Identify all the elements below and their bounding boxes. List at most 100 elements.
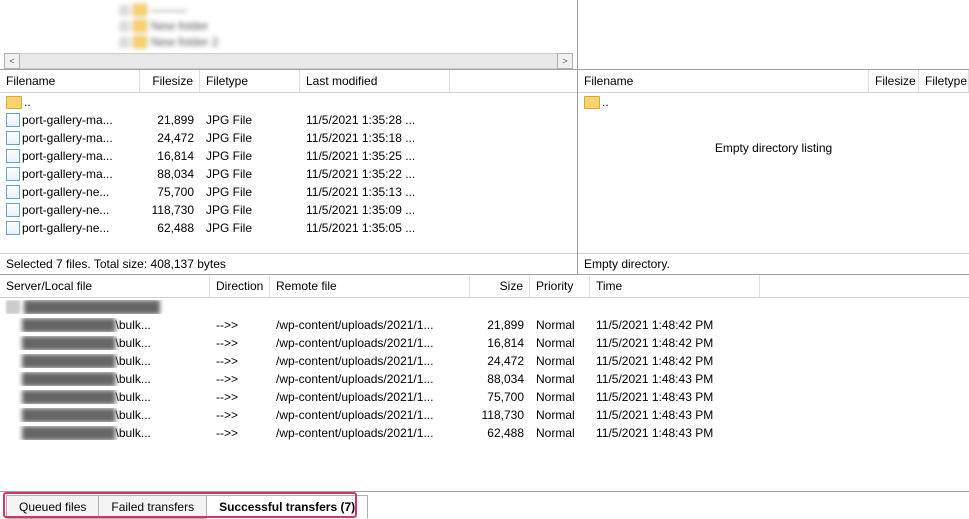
col-filesize[interactable]: Filesize [869,70,919,92]
queue-body[interactable]: ████████████████ ███████████\bulk...-->>… [0,298,969,491]
file-name: port-gallery-ma... [22,167,113,181]
remote-tree-panel[interactable] [578,0,969,69]
folder-icon [133,4,147,16]
queue-remote-path: /wp-content/uploads/2021/1... [270,390,470,404]
queue-size: 62,488 [470,426,530,440]
folder-up-icon [6,96,22,109]
queue-local-tail: \bulk... [116,336,151,350]
file-size: 21,899 [140,113,200,127]
file-type: JPG File [200,221,300,235]
queue-host-label: ████████████████ [24,300,160,314]
col-filename[interactable]: Filename [0,70,140,92]
parent-dir-row[interactable]: .. [578,93,969,111]
tab-successful-transfers[interactable]: Successful transfers (7) [206,495,368,519]
tree-item-label[interactable]: New folder 2 [151,35,218,49]
queue-priority: Normal [530,390,590,404]
queue-row[interactable]: ███████████\bulk...-->>/wp-content/uploa… [0,316,969,334]
queue-time: 11/5/2021 1:48:42 PM [590,336,760,350]
remote-column-headers[interactable]: Filename Filesize Filetype [578,70,969,93]
parent-dir-row[interactable]: .. [0,93,577,111]
horizontal-scrollbar[interactable]: < > [4,53,573,69]
queue-row[interactable]: ███████████\bulk...-->>/wp-content/uploa… [0,424,969,442]
queue-local-tail: \bulk... [116,318,151,332]
file-icon [6,185,20,199]
tree-expander-icon[interactable]: + [120,22,129,31]
queue-direction: -->> [210,354,270,368]
queue-local-tail: \bulk... [116,354,151,368]
tab-queued-files[interactable]: Queued files [6,495,99,519]
col-server-file[interactable]: Server/Local file [0,275,210,297]
parent-dir-label: .. [24,95,31,109]
col-remote-file[interactable]: Remote file [270,275,470,297]
file-name: port-gallery-ne... [22,203,109,217]
tab-failed-transfers[interactable]: Failed transfers [98,495,207,519]
queue-direction: -->> [210,426,270,440]
queue-row[interactable]: ███████████\bulk...-->>/wp-content/uploa… [0,388,969,406]
file-row[interactable]: port-gallery-ma...16,814JPG File11/5/202… [0,147,577,165]
scroll-right-icon[interactable]: > [557,53,573,69]
file-size: 88,034 [140,167,200,181]
queue-local-tail: \bulk... [116,390,151,404]
col-time[interactable]: Time [590,275,760,297]
queue-remote-path: /wp-content/uploads/2021/1... [270,354,470,368]
local-column-headers[interactable]: Filename Filesize Filetype Last modified [0,70,577,93]
transfer-queue-region: Server/Local file Direction Remote file … [0,275,969,492]
queue-direction: -->> [210,336,270,350]
queue-local-path: ███████████ [22,354,116,368]
file-row[interactable]: port-gallery-ne...75,700JPG File11/5/202… [0,183,577,201]
col-direction[interactable]: Direction [210,275,270,297]
file-row[interactable]: port-gallery-ma...88,034JPG File11/5/202… [0,165,577,183]
tree-item-label[interactable]: New folder [151,19,208,33]
scroll-track[interactable] [20,53,557,69]
tree-item-label[interactable]: ——— [151,3,187,17]
file-name: port-gallery-ne... [22,185,109,199]
col-filetype[interactable]: Filetype [919,70,969,92]
local-status-bar: Selected 7 files. Total size: 408,137 by… [0,253,577,274]
queue-host-row[interactable]: ████████████████ [0,298,969,316]
file-row[interactable]: port-gallery-ne...118,730JPG File11/5/20… [0,201,577,219]
file-type: JPG File [200,131,300,145]
file-icon [6,149,20,163]
queue-row[interactable]: ███████████\bulk... -->>/wp-content/uploa… [0,352,969,370]
file-icon [6,221,20,235]
queue-row[interactable]: ███████████\bulk...-->>/wp-content/uploa… [0,406,969,424]
queue-remote-path: /wp-content/uploads/2021/1... [270,408,470,422]
queue-remote-path: /wp-content/uploads/2021/1... [270,372,470,386]
queue-direction: -->> [210,408,270,422]
remote-file-list[interactable]: .. Empty directory listing [578,93,969,253]
local-file-list[interactable]: .. port-gallery-ma...21,899JPG File11/5/… [0,93,577,253]
queue-row[interactable]: ███████████\bulk...-->>/wp-content/uploa… [0,370,969,388]
col-size[interactable]: Size [470,275,530,297]
file-row[interactable]: port-gallery-ma...24,472JPG File11/5/202… [0,129,577,147]
remote-file-panel: Filename Filesize Filetype .. Empty dire… [578,70,969,274]
local-file-panel: Filename Filesize Filetype Last modified… [0,70,578,274]
col-modified[interactable]: Last modified [300,70,450,92]
file-icon [6,167,20,181]
file-row[interactable]: port-gallery-ne...62,488JPG File11/5/202… [0,219,577,237]
queue-local-path: ███████████ [22,408,116,422]
queue-time: 11/5/2021 1:48:43 PM [590,390,760,404]
scroll-left-icon[interactable]: < [4,53,20,69]
queue-time: 11/5/2021 1:48:42 PM [590,354,760,368]
queue-remote-path: /wp-content/uploads/2021/1... [270,318,470,332]
queue-direction: -->> [210,390,270,404]
col-filesize[interactable]: Filesize [140,70,200,92]
col-priority[interactable]: Priority [530,275,590,297]
queue-priority: Normal [530,426,590,440]
tree-expander-icon[interactable]: + [120,6,129,15]
file-type: JPG File [200,185,300,199]
folder-up-icon [584,96,600,109]
queue-priority: Normal [530,318,590,332]
col-filename[interactable]: Filename [578,70,869,92]
queue-local-path: ███████████ [22,318,116,332]
file-size: 24,472 [140,131,200,145]
col-filetype[interactable]: Filetype [200,70,300,92]
local-tree-panel[interactable]: + ——— + New folder + New folder 2 < > [0,0,578,69]
tree-expander-icon[interactable]: + [120,38,129,47]
file-name: port-gallery-ma... [22,131,113,145]
file-row[interactable]: port-gallery-ma...21,899JPG File11/5/202… [0,111,577,129]
queue-time: 11/5/2021 1:48:43 PM [590,426,760,440]
queue-column-headers[interactable]: Server/Local file Direction Remote file … [0,275,969,298]
queue-row[interactable]: ███████████\bulk...-->>/wp-content/uploa… [0,334,969,352]
queue-local-path: ███████████ [22,426,116,440]
